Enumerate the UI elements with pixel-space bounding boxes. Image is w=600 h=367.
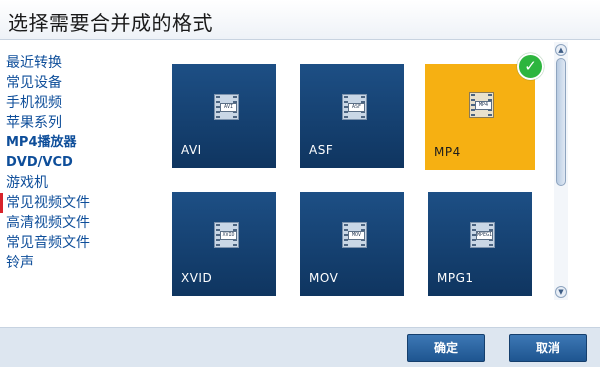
format-tile-mpg1[interactable]: MPEG1 MPG1 bbox=[428, 192, 532, 296]
format-tile-xvid[interactable]: XVID XVID bbox=[172, 192, 276, 296]
sidebar-item-common-devices[interactable]: 常见设备 bbox=[6, 73, 126, 93]
format-icon-tag: XVID bbox=[220, 231, 237, 240]
sidebar-item-recent[interactable]: 最近转换 bbox=[6, 53, 126, 73]
format-label: ASF bbox=[309, 143, 334, 157]
format-icon-tag: AVI bbox=[220, 103, 237, 112]
sidebar-item-mp4-player[interactable]: MP4播放器 bbox=[6, 133, 126, 153]
sidebar-item-game-console[interactable]: 游戏机 bbox=[6, 173, 126, 193]
video-file-icon: MPEG1 bbox=[470, 222, 495, 248]
format-tile-asf[interactable]: ASF ASF bbox=[300, 64, 404, 168]
sidebar-item-common-video[interactable]: 常见视频文件 bbox=[0, 193, 126, 213]
category-sidebar: 最近转换 常见设备 手机视频 苹果系列 MP4播放器 DVD/VCD 游戏机 常… bbox=[0, 53, 126, 273]
sidebar-item-ringtone[interactable]: 铃声 bbox=[6, 253, 126, 273]
title-bar: 选择需要合并成的格式 bbox=[0, 0, 600, 40]
format-icon-tag: MPEG1 bbox=[476, 231, 493, 240]
sidebar-item-common-audio[interactable]: 常见音频文件 bbox=[6, 233, 126, 253]
vertical-scrollbar[interactable]: ▲ ▼ bbox=[554, 42, 568, 300]
format-label: AVI bbox=[181, 143, 202, 157]
chevron-up-icon[interactable]: ▲ bbox=[555, 44, 567, 56]
video-file-icon: MOV bbox=[342, 222, 367, 248]
chevron-down-icon[interactable]: ▼ bbox=[555, 286, 567, 298]
confirm-button[interactable]: 确定 bbox=[407, 334, 485, 362]
scrollbar-thumb[interactable] bbox=[556, 58, 566, 186]
sidebar-item-apple[interactable]: 苹果系列 bbox=[6, 113, 126, 133]
check-circle-icon: ✓ bbox=[517, 53, 544, 80]
video-file-icon: AVI bbox=[214, 94, 239, 120]
cancel-button[interactable]: 取消 bbox=[509, 334, 587, 362]
format-tile-mov[interactable]: MOV MOV bbox=[300, 192, 404, 296]
format-grid: AVI AVI ASF ASF MP4 MP4 XVID XVID MOV MO… bbox=[172, 64, 544, 300]
format-label: XVID bbox=[181, 271, 213, 285]
format-tile-mp4[interactable]: MP4 MP4 bbox=[425, 64, 535, 170]
video-file-icon: ASF bbox=[342, 94, 367, 120]
format-label: MP4 bbox=[434, 145, 461, 159]
sidebar-item-hd-video[interactable]: 高清视频文件 bbox=[6, 213, 126, 233]
format-label: MOV bbox=[309, 271, 339, 285]
video-file-icon: XVID bbox=[214, 222, 239, 248]
sidebar-item-mobile-video[interactable]: 手机视频 bbox=[6, 93, 126, 113]
format-icon-tag: MOV bbox=[348, 231, 365, 240]
format-icon-tag: MP4 bbox=[475, 101, 492, 110]
format-tile-avi[interactable]: AVI AVI bbox=[172, 64, 276, 168]
video-file-icon: MP4 bbox=[469, 92, 494, 118]
format-icon-tag: ASF bbox=[348, 103, 365, 112]
sidebar-item-dvd-vcd[interactable]: DVD/VCD bbox=[6, 153, 126, 173]
window-title: 选择需要合并成的格式 bbox=[8, 11, 213, 35]
format-label: MPG1 bbox=[437, 271, 474, 285]
